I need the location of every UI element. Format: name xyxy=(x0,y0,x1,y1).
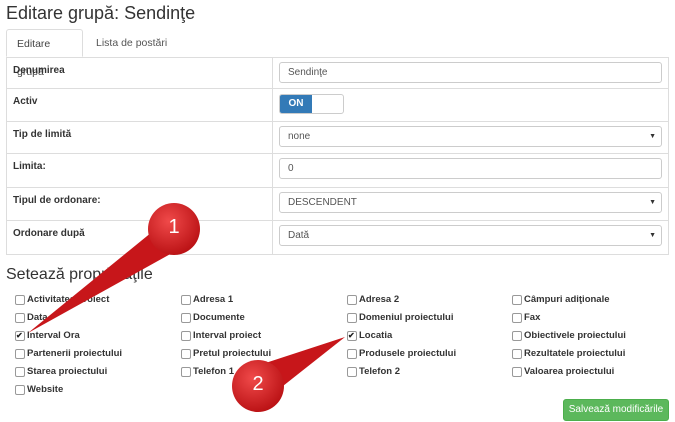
annotation-label-1: 1 xyxy=(168,216,180,238)
annotation-overlay xyxy=(28,203,345,412)
annotation-label-2: 2 xyxy=(252,373,264,395)
